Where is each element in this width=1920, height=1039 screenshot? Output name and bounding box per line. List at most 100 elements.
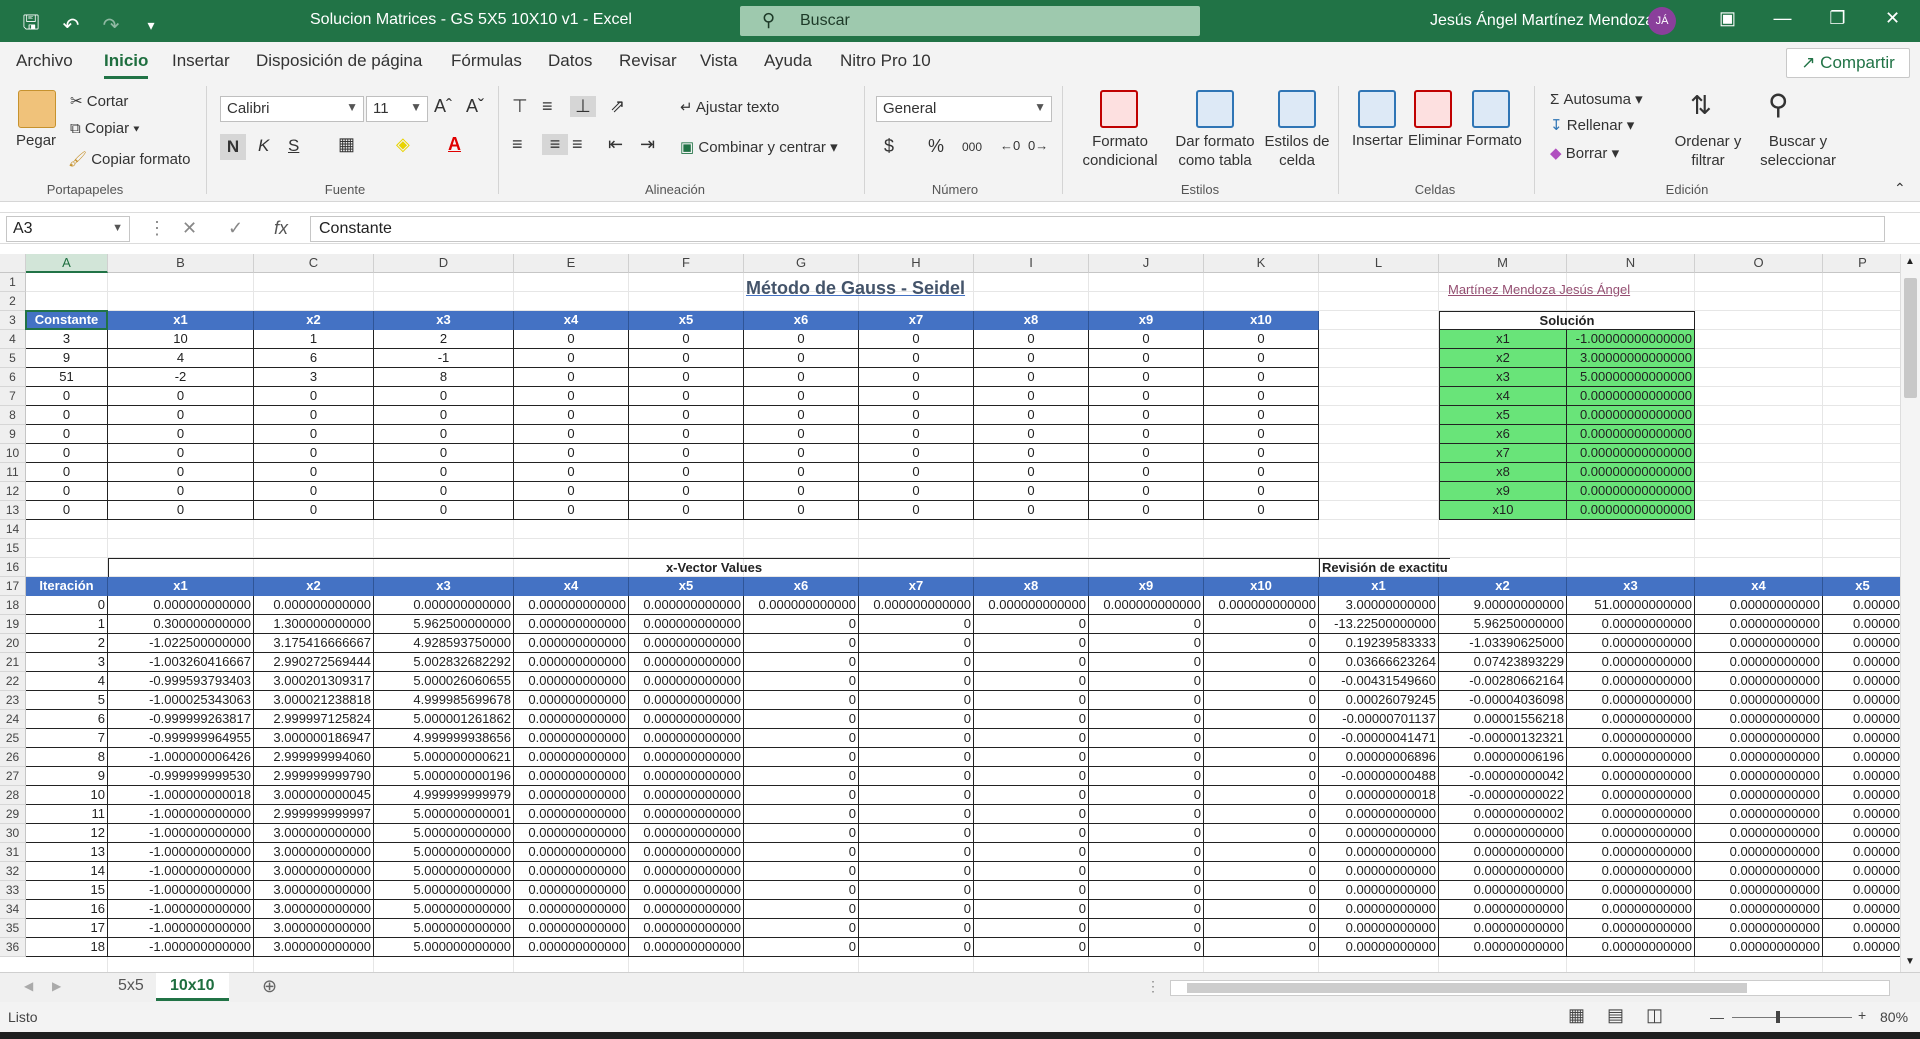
matrix-cell[interactable]: 0	[1204, 349, 1319, 368]
formula-input[interactable]: Constante	[310, 216, 1885, 242]
matrix-cell[interactable]: 0	[108, 387, 254, 406]
matrix-cell[interactable]: 0	[254, 501, 374, 520]
iteration-cell[interactable]: 0	[744, 824, 859, 843]
matrix-cell[interactable]: 0	[26, 444, 108, 463]
iteration-cell[interactable]: 0.00000	[1823, 691, 1900, 710]
delete-cells-button[interactable]: Eliminar	[1408, 132, 1462, 149]
iteration-cell[interactable]: 3.000201309317	[254, 672, 374, 691]
iteration-cell[interactable]: 0.00000000000	[1439, 824, 1567, 843]
iteration-cell[interactable]: 0	[974, 805, 1089, 824]
iteration-cell[interactable]: 0.00000000000	[1567, 767, 1695, 786]
iteration-cell[interactable]: 0.00000000000	[1319, 824, 1439, 843]
row-header[interactable]: 19	[0, 615, 26, 634]
tab-formulas[interactable]: Fórmulas	[451, 51, 522, 71]
decrease-font-icon[interactable]: Aˇ	[466, 96, 484, 117]
iteration-cell[interactable]: 5.000000000000	[374, 843, 514, 862]
iteration-cell[interactable]: 5.000000000000	[374, 938, 514, 957]
function-icon[interactable]: fx	[274, 218, 288, 239]
iteration-cell[interactable]: 3.000000000000	[254, 919, 374, 938]
matrix-cell[interactable]: 0	[1089, 368, 1204, 387]
tab-archivo[interactable]: Archivo	[16, 51, 73, 71]
iteration-header-cell[interactable]: x1	[108, 577, 254, 596]
iteration-cell[interactable]: 0	[974, 729, 1089, 748]
iteration-cell[interactable]: 0.00000006196	[1439, 748, 1567, 767]
iteration-header-cell[interactable]: x1	[1319, 577, 1439, 596]
iteration-cell[interactable]: 3.000000000000	[254, 824, 374, 843]
iteration-cell[interactable]: 0	[1089, 805, 1204, 824]
search-box[interactable]: ⚲ Buscar	[740, 6, 1200, 36]
matrix-cell[interactable]: 0	[374, 463, 514, 482]
iteration-cell[interactable]: 0.000000000000	[514, 767, 629, 786]
wrap-text-button[interactable]: ↵ Ajustar texto	[680, 98, 779, 116]
tab-disposicion[interactable]: Disposición de página	[256, 51, 422, 71]
page-layout-icon[interactable]: ▤	[1607, 1005, 1624, 1026]
matrix-header-cell[interactable]: x9	[1089, 311, 1204, 330]
iteration-cell[interactable]: 0	[859, 691, 974, 710]
iteration-cell[interactable]: 0	[974, 786, 1089, 805]
conditional-format-icon[interactable]	[1100, 90, 1138, 128]
iteration-cell[interactable]: 0.000000000000	[629, 862, 744, 881]
matrix-cell[interactable]: 0	[1204, 368, 1319, 387]
worksheet-grid[interactable]: A B C D E F G H I J K L M N O P 1 2 3 4 5 6 7 8 9 10 11 12 13 14 15 16 1…	[0, 254, 1900, 972]
bold-button[interactable]: N	[220, 134, 246, 160]
iteration-cell[interactable]: 0	[1089, 881, 1204, 900]
iteration-header-cell[interactable]: x3	[1567, 577, 1695, 596]
undo-icon[interactable]: ↶	[58, 13, 84, 38]
matrix-cell[interactable]: 0	[974, 501, 1089, 520]
iteration-cell[interactable]: 0	[744, 786, 859, 805]
iteration-cell[interactable]: 2.990272569444	[254, 653, 374, 672]
iteration-cell[interactable]: 0	[26, 596, 108, 615]
column-header[interactable]: M	[1439, 254, 1567, 273]
iteration-cell[interactable]: 0	[1089, 862, 1204, 881]
iteration-cell[interactable]: 0.000000000000	[629, 596, 744, 615]
iteration-cell[interactable]: 0	[1204, 672, 1319, 691]
matrix-header-cell[interactable]: x7	[859, 311, 974, 330]
matrix-cell[interactable]: 51	[26, 368, 108, 387]
matrix-header-cell[interactable]: x10	[1204, 311, 1319, 330]
review-title[interactable]: Revisión de exactitu	[1319, 558, 1450, 577]
iteration-header-cell[interactable]: x7	[859, 577, 974, 596]
matrix-cell[interactable]: 0	[974, 463, 1089, 482]
close-icon[interactable]: ✕	[1865, 8, 1920, 29]
iteration-cell[interactable]: 0.00000000000	[1567, 900, 1695, 919]
solution-label-cell[interactable]: x5	[1439, 406, 1567, 425]
matrix-cell[interactable]: 0	[974, 444, 1089, 463]
solution-label-cell[interactable]: x8	[1439, 463, 1567, 482]
matrix-cell[interactable]: 2	[374, 330, 514, 349]
iteration-header-cell[interactable]: x5	[629, 577, 744, 596]
tab-datos[interactable]: Datos	[548, 51, 592, 71]
iteration-cell[interactable]: 0	[974, 862, 1089, 881]
row-header[interactable]: 12	[0, 482, 26, 501]
matrix-cell[interactable]: 1	[254, 330, 374, 349]
horizontal-scrollbar[interactable]	[1170, 980, 1890, 996]
column-header[interactable]: E	[514, 254, 629, 273]
iteration-cell[interactable]: -0.00000000022	[1439, 786, 1567, 805]
iteration-cell[interactable]: 3.175416666667	[254, 634, 374, 653]
find-icon[interactable]: ⚲	[1768, 88, 1789, 121]
iteration-cell[interactable]: 0.000000000000	[514, 881, 629, 900]
iteration-cell[interactable]: 0	[1089, 691, 1204, 710]
row-header[interactable]: 33	[0, 881, 26, 900]
column-header[interactable]: C	[254, 254, 374, 273]
iteration-cell[interactable]: 9.00000000000	[1439, 596, 1567, 615]
iteration-cell[interactable]: 0	[859, 824, 974, 843]
iteration-cell[interactable]: 0	[1204, 634, 1319, 653]
column-header[interactable]: N	[1567, 254, 1695, 273]
iteration-cell[interactable]: 0.19239583333	[1319, 634, 1439, 653]
format-as-table-icon[interactable]	[1196, 90, 1234, 128]
column-header[interactable]: D	[374, 254, 514, 273]
orientation-icon[interactable]: ⇗	[610, 96, 625, 117]
matrix-cell[interactable]: 0	[859, 501, 974, 520]
iteration-cell[interactable]: 6	[26, 710, 108, 729]
matrix-cell[interactable]: 0	[744, 501, 859, 520]
iteration-cell[interactable]: 0	[1204, 691, 1319, 710]
row-header[interactable]: 31	[0, 843, 26, 862]
iteration-cell[interactable]: 0.00000000000	[1319, 938, 1439, 957]
iteration-cell[interactable]: 0.00000	[1823, 634, 1900, 653]
matrix-cell[interactable]: 0	[254, 444, 374, 463]
iteration-cell[interactable]: 3.000000000045	[254, 786, 374, 805]
iteration-cell[interactable]: 0	[1204, 729, 1319, 748]
iteration-cell[interactable]: 0.00000000000	[1695, 919, 1823, 938]
iteration-cell[interactable]: 0.00000000000	[1319, 881, 1439, 900]
iteration-cell[interactable]: -1.03390625000	[1439, 634, 1567, 653]
